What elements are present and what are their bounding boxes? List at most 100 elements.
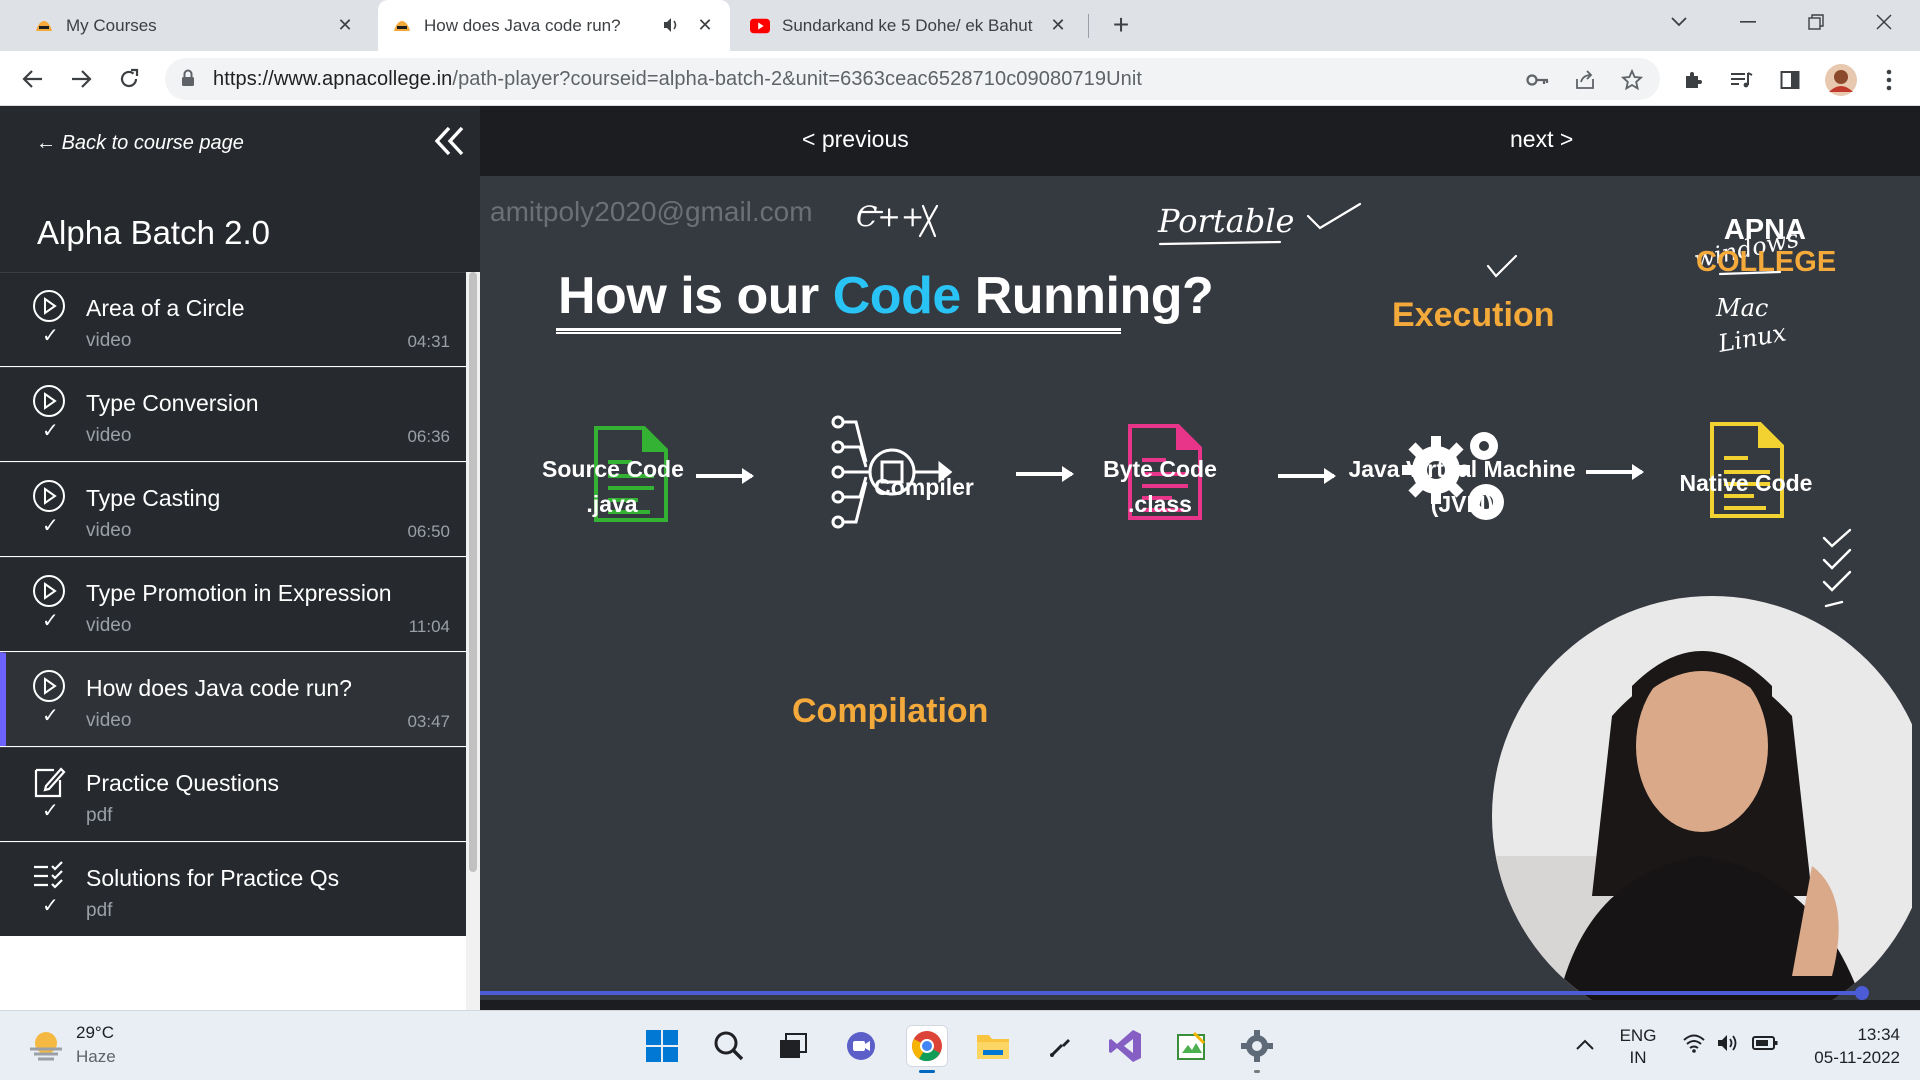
- close-tab-icon[interactable]: ✕: [1047, 14, 1069, 36]
- lesson-duration: 06:50: [407, 522, 450, 541]
- next-lesson-button[interactable]: next >: [1510, 126, 1573, 153]
- video-player[interactable]: amitpoly2020@gmail.com C++ Portable wind…: [480, 176, 1920, 1000]
- apna-college-logo: APNA COLLEGE: [1696, 214, 1836, 278]
- lesson-item[interactable]: ✓ Type Promotion in Expression video 11:…: [0, 557, 466, 651]
- url-text[interactable]: https://www.apnacollege.in/path-player?c…: [213, 68, 1142, 91]
- play-circle-icon: [32, 289, 66, 323]
- address-bar[interactable]: https://www.apnacollege.in/path-player?c…: [165, 58, 1660, 100]
- collapse-sidebar-icon[interactable]: [432, 124, 468, 160]
- lesson-type: video: [86, 425, 132, 446]
- show-hidden-icons-chevron-icon[interactable]: [1575, 1035, 1595, 1057]
- lesson-title: Area of a Circle: [86, 295, 245, 321]
- lesson-item[interactable]: ✓ Type Conversion video 06:36: [0, 367, 466, 461]
- youtube-favicon-icon: [750, 16, 770, 36]
- close-tab-icon[interactable]: ✕: [694, 14, 716, 36]
- video-progress-bar[interactable]: [480, 991, 1863, 995]
- side-panel-icon[interactable]: [1777, 67, 1803, 93]
- windows-taskbar: 29°C Haze ENG IN 13:34 05-11-2022: [0, 1010, 1920, 1080]
- language-indicator[interactable]: ENG IN: [1614, 1025, 1662, 1069]
- start-button[interactable]: [641, 1025, 683, 1067]
- lesson-type: video: [86, 710, 132, 731]
- step-line: .java: [586, 491, 638, 517]
- extensions-puzzle-icon[interactable]: [1681, 67, 1707, 93]
- search-icon[interactable]: [708, 1025, 750, 1067]
- lesson-title: Type Promotion in Expression: [86, 580, 392, 606]
- bookmark-star-icon[interactable]: [1620, 68, 1644, 92]
- completed-check-icon: ✓: [42, 895, 59, 917]
- lesson-item[interactable]: ✓ Type Casting video 06:50: [0, 462, 466, 556]
- lesson-item[interactable]: ✓ Practice Questions pdf: [0, 747, 466, 841]
- lesson-title: Type Casting: [86, 485, 221, 511]
- close-tab-icon[interactable]: ✕: [334, 14, 356, 36]
- title-part: Running?: [960, 267, 1214, 325]
- tab-java-code-run[interactable]: How does Java code run? ✕: [378, 0, 730, 51]
- presenter-webcam: [1492, 596, 1912, 1000]
- task-view-icon[interactable]: [772, 1025, 814, 1067]
- close-window-button[interactable]: [1856, 0, 1912, 44]
- tab-title: My Courses: [66, 15, 157, 35]
- title-underline: [556, 328, 1121, 334]
- title-highlight: Code: [832, 267, 962, 325]
- step-label-jvm: Java Virtual Machine (JVM): [1332, 452, 1592, 522]
- lesson-title: Solutions for Practice Qs: [86, 865, 340, 891]
- chrome-taskbar-icon[interactable]: [906, 1025, 948, 1073]
- step-label-native: Native Code: [1666, 466, 1826, 501]
- lesson-item[interactable]: ✓ Area of a Circle video 04:31: [0, 272, 466, 366]
- speaker-playing-icon[interactable]: [662, 16, 680, 39]
- back-link-label: Back to course page: [61, 132, 244, 154]
- completed-check-icon: ✓: [42, 420, 59, 442]
- scrollbar-thumb[interactable]: [469, 272, 477, 872]
- weather-haze-icon[interactable]: [28, 1029, 64, 1066]
- step-line: Source Code: [542, 456, 684, 482]
- settings-gear-icon[interactable]: [1236, 1025, 1278, 1073]
- new-tab-button[interactable]: +: [1105, 10, 1137, 42]
- compilation-label: Compilation: [792, 692, 989, 730]
- tab-search-chevron-icon[interactable]: [1651, 0, 1707, 44]
- weather-temperature[interactable]: 29°C: [76, 1023, 114, 1043]
- color-picker-icon[interactable]: [1040, 1025, 1082, 1067]
- lock-icon[interactable]: [181, 69, 195, 92]
- weather-description[interactable]: Haze: [76, 1047, 116, 1067]
- step-label-source: Source Code .java: [542, 452, 684, 522]
- volume-icon[interactable]: [1716, 1033, 1740, 1059]
- step-label-bytecode: Byte Code .class: [1080, 452, 1240, 522]
- title-part: How is our: [558, 267, 833, 325]
- handwritten-linux: Linux: [1715, 318, 1788, 358]
- teams-chat-icon[interactable]: [840, 1025, 882, 1067]
- lesson-title: How does Java code run?: [86, 675, 352, 701]
- visual-studio-icon[interactable]: [1104, 1025, 1146, 1067]
- step-line: (JVM): [1430, 491, 1494, 517]
- completed-check-icon: ✓: [42, 610, 59, 632]
- tab-my-courses[interactable]: My Courses ✕: [20, 0, 370, 51]
- profile-avatar[interactable]: [1824, 63, 1858, 97]
- share-icon[interactable]: [1573, 68, 1597, 92]
- media-queue-icon[interactable]: [1728, 67, 1754, 93]
- key-icon[interactable]: [1526, 68, 1550, 92]
- notepad-app-icon[interactable]: [1170, 1025, 1212, 1067]
- previous-lesson-button[interactable]: < previous: [802, 126, 909, 153]
- lesson-type: pdf: [86, 805, 113, 826]
- file-explorer-icon[interactable]: [972, 1025, 1014, 1067]
- handwritten-cpp: C++: [856, 200, 924, 233]
- reload-button[interactable]: [112, 62, 146, 96]
- lesson-type: pdf: [86, 900, 113, 921]
- tab-sundarkand[interactable]: Sundarkand ke 5 Dohe/ ek Bahut ✕: [738, 0, 1083, 51]
- system-clock[interactable]: 13:34 05-11-2022: [1790, 1023, 1900, 1069]
- back-to-course-link[interactable]: ← Back to course page: [36, 132, 244, 155]
- chrome-menu-icon[interactable]: [1876, 67, 1902, 93]
- execution-label: Execution: [1392, 296, 1555, 334]
- wifi-icon[interactable]: [1682, 1033, 1706, 1059]
- restore-window-button[interactable]: [1788, 0, 1844, 44]
- forward-button[interactable]: [64, 62, 98, 96]
- play-circle-icon: [32, 384, 66, 418]
- lesson-type: video: [86, 615, 132, 636]
- lesson-duration: 11:04: [408, 617, 450, 636]
- lesson-item[interactable]: ✓ Solutions for Practice Qs pdf: [0, 842, 466, 936]
- slide-title: How is our Code Running?: [558, 266, 1214, 326]
- sidebar-scrollbar[interactable]: [466, 272, 480, 1010]
- minimize-window-button[interactable]: [1720, 0, 1776, 44]
- lesson-item-current[interactable]: ✓ How does Java code run? video 03:47: [0, 652, 466, 746]
- back-button[interactable]: [16, 62, 50, 96]
- flow-arrow-icon: [1586, 464, 1644, 480]
- battery-icon[interactable]: [1752, 1035, 1778, 1057]
